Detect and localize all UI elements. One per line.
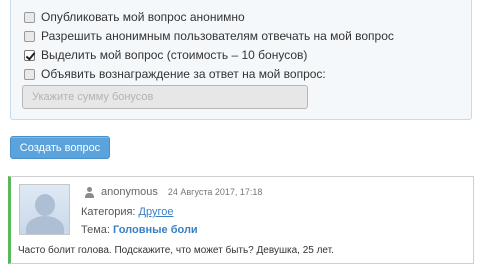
highlight-checkbox[interactable] — [24, 49, 35, 61]
avatar — [19, 184, 70, 235]
option-highlight[interactable]: Выделить мой вопрос (стоимость – 10 бону… — [24, 46, 307, 64]
user-icon — [85, 186, 94, 198]
question-meta: anonymous 24 Августа 2017, 17:18 — [85, 186, 262, 198]
bonus-amount-input[interactable] — [22, 85, 308, 109]
question-date: 24 Августа 2017, 17:18 — [167, 187, 263, 197]
allow-anonymous-answers-checkbox[interactable] — [24, 30, 35, 42]
create-question-button[interactable]: Создать вопрос — [10, 136, 110, 159]
option-reward-label: Объявить вознаграждение за ответ на мой … — [41, 67, 326, 81]
option-allow-anonymous-answers-label: Разрешить анонимным пользователям отвеча… — [41, 29, 394, 43]
question-options-panel: Опубликовать мой вопрос анонимно Разреши… — [10, 0, 472, 120]
option-allow-anonymous-answers[interactable]: Разрешить анонимным пользователям отвеча… — [24, 27, 394, 45]
topic-value[interactable]: Головные боли — [113, 224, 198, 236]
option-highlight-label: Выделить мой вопрос (стоимость – 10 бону… — [41, 48, 308, 62]
topic-label: Тема: — [81, 224, 110, 236]
option-anonymous-label: Опубликовать мой вопрос анонимно — [41, 10, 245, 24]
question-text: Часто болит голова. Подскажите, что може… — [18, 245, 334, 256]
avatar-shoulders — [26, 216, 64, 234]
anonymous-checkbox[interactable] — [24, 11, 35, 23]
reward-checkbox[interactable] — [24, 68, 35, 80]
option-reward[interactable]: Объявить вознаграждение за ответ на мой … — [24, 65, 326, 83]
category-link[interactable]: Другое — [139, 206, 174, 218]
avatar-head — [35, 194, 55, 216]
username: anonymous — [101, 186, 158, 198]
topic-row: Тема: Головные боли — [81, 224, 198, 236]
category-label: Категория: — [81, 206, 136, 218]
option-anonymous[interactable]: Опубликовать мой вопрос анонимно — [24, 8, 245, 26]
question-card: anonymous 24 Августа 2017, 17:18 Категор… — [8, 176, 474, 264]
category-row: Категория: Другое — [81, 206, 174, 218]
